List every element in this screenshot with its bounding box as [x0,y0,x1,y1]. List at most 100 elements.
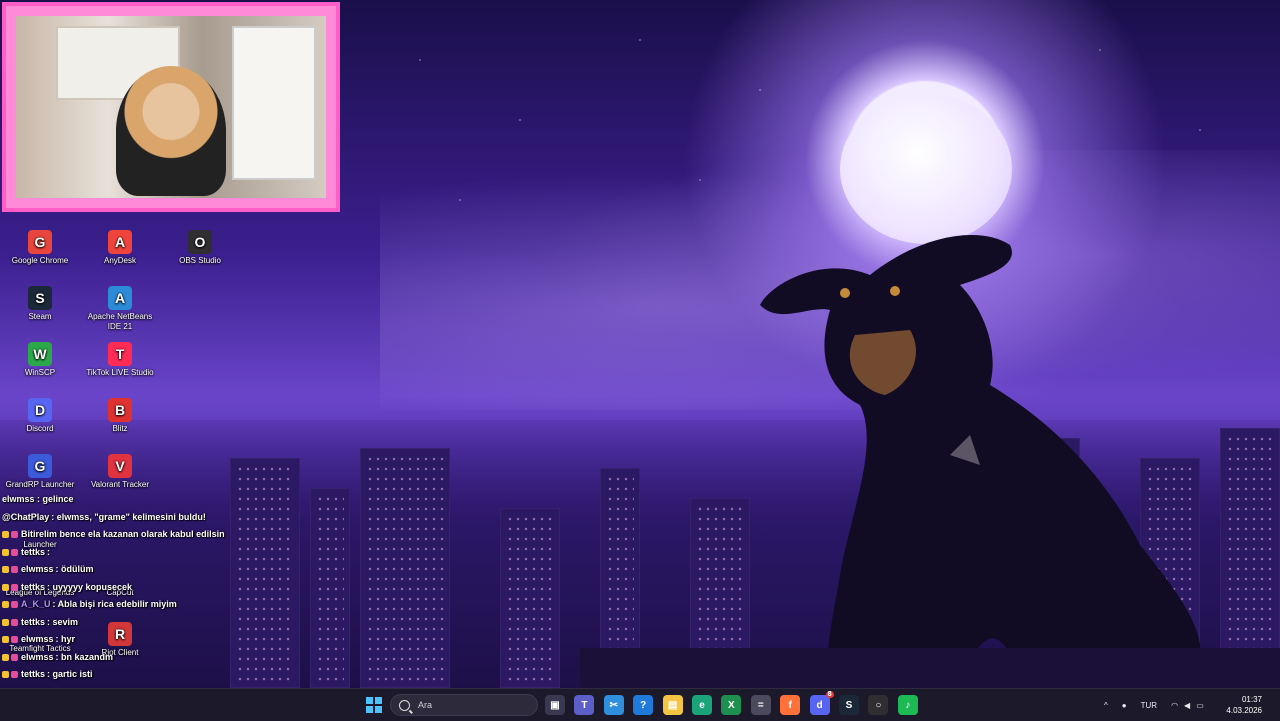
volume-icon[interactable]: ◀ [1184,701,1190,710]
language-indicator[interactable]: TUR [1141,701,1157,710]
blitz-icon: B [108,398,132,422]
desktop-icon-grandrp[interactable]: G GrandRP Launcher [2,454,78,490]
steam-icon: S [28,286,52,310]
chat-badge-icon [2,548,9,556]
snipping-tool-icon[interactable]: ✂ [603,695,624,715]
steam-icon[interactable]: S [839,695,859,715]
desktop-icon-obs[interactable]: O OBS Studio [162,230,238,266]
desktop-icon-blitz[interactable]: B Blitz [82,398,158,434]
chat-badge-icon [11,548,18,556]
chat-text: : bn kazandm [55,651,114,662]
wallpaper-ledge [580,648,1280,688]
desktop-icon-tiktok-live[interactable]: T TikTok LIVE Studio [82,342,158,378]
chat-username: A_K_U [21,599,51,609]
chat-text: : gartic isti [47,669,93,679]
chat-message: elwmss: hyr [2,634,75,644]
desktop-icon-netbeans[interactable]: A Apache NetBeans IDE 21 [82,286,158,332]
chat-badge-icon [11,601,18,609]
desktop-icon-label: Discord [26,424,54,433]
chat-badge-icon [11,671,18,679]
taskbar: Ara ▣ T ✂? ▤ e X = f d 8 S ○ ♪ ^ ● TUR ◠ ◀ ▭ 01:37 4… [0,688,1280,721]
winscp-icon: W [28,342,52,366]
webcam-feed [16,16,326,198]
desktop-icon-label: Blitz [112,424,128,433]
chat-text: elwmss : gelince [2,494,74,504]
desktop-icon-anydesk[interactable]: A AnyDesk [82,230,158,266]
webcam-window [232,26,316,180]
chat-text: Bitirelim bence ela kazanan olarak kabul… [21,529,225,539]
chat-badge-icon [11,531,18,539]
chat-badge-icon [2,566,9,574]
chat-text: : hyr [55,634,76,644]
microphone-icon[interactable]: ● [1122,701,1127,710]
chat-username: elwmss [21,634,54,644]
chat-message: elwmss: ödülüm [2,564,94,574]
chat-username: tettks [21,546,46,557]
chat-username: tettks [21,616,46,627]
chat-message: A_K_U: Abla bişi rica edebilir miyim [2,599,177,609]
file-explorer-icon[interactable]: ▤ [662,695,683,715]
chat-badge-icon [11,653,18,661]
desktop-icon-valorant-tracker[interactable]: V Valorant Tracker [82,454,158,490]
chat-badge-icon [2,583,9,591]
wifi-icon[interactable]: ◠ [1171,701,1178,710]
chat-badge-icon [11,636,18,644]
desktop-icon-label: WinSCP [24,368,56,377]
task-view-icon[interactable]: ▣ [545,695,565,715]
grandrp-icon: G [28,454,52,478]
chat-username: elwmss [21,564,54,574]
chat-message: tettks: uyyyyy kopusecek [2,582,132,592]
chat-username: elwmss [21,651,54,662]
calculator-icon[interactable]: = [750,695,771,715]
chat-message: tettks: [2,547,50,557]
search-icon [399,699,410,711]
chat-text: : Abla bişi rica edebilir miyim [52,599,177,609]
desktop-icon-label: OBS Studio [179,256,221,265]
desktop-icon-label: Steam [28,312,52,321]
clock-time: 01:37 [1241,695,1262,704]
chevron-up-icon[interactable]: ^ [1104,701,1108,710]
battery-icon[interactable]: ▭ [1196,701,1204,710]
taskbar-search[interactable]: Ara [390,694,538,716]
chat-badge-icon [11,566,18,574]
chat-badge-icon [11,583,18,591]
help-icon[interactable]: ? [633,695,654,715]
search-placeholder: Ara [418,700,433,710]
chat-username: @ChatPlay [2,511,50,522]
firefox-icon[interactable]: f [780,695,801,715]
obs-icon[interactable]: ○ [868,695,889,715]
chat-badge-icon [2,618,9,626]
taskbar-clock[interactable]: 01:37 4.03.2026 [1226,694,1262,716]
chat-badge-icon [2,531,9,539]
chat-badge-icon [2,636,9,644]
discord-icon[interactable]: d8 [809,691,834,715]
chat-message: @ChatPlay: elwmss, "grame" kelimesini bu… [2,512,206,522]
desktop-icon-chrome[interactable]: G Google Chrome [2,230,78,266]
start-button[interactable] [366,697,382,713]
spotify-icon[interactable]: ♪ [897,695,918,715]
chat-badge-icon [2,601,9,609]
obs-icon: O [188,230,212,254]
chat-message: tettks: sevim [2,617,78,627]
excel-icon[interactable]: X [721,695,742,715]
chat-username: tettks [21,581,46,592]
desktop-icon-discord[interactable]: D Discord [2,398,78,434]
chrome-icon: G [28,230,52,254]
chat-message: Bitirelim bence ela kazanan olarak kabul… [2,529,225,539]
chat-text: : sevim [47,616,79,627]
desktop-icon-steam[interactable]: S Steam [2,286,78,322]
webcam-streamer [116,66,226,196]
desktop-icon-label: GrandRP Launcher [5,480,75,489]
desktop-icon-label: Valorant Tracker [90,480,150,489]
discord-notification-badge: 8 [825,691,834,698]
desktop-icon-winscp[interactable]: W WinSCP [2,342,78,378]
system-tray: ^ ● TUR ◠ ◀ ▭ [1104,689,1204,721]
teams-icon[interactable]: T [574,695,595,715]
discord-icon: D [28,398,52,422]
chat-badge-icon [2,671,9,679]
desktop-icon-label: AnyDesk [103,256,136,265]
chat-badge-icon [11,618,18,626]
webcam-overlay [2,2,340,212]
edge-icon[interactable]: e [692,695,712,715]
desktop-icon-label: TikTok LIVE Studio [86,368,154,377]
